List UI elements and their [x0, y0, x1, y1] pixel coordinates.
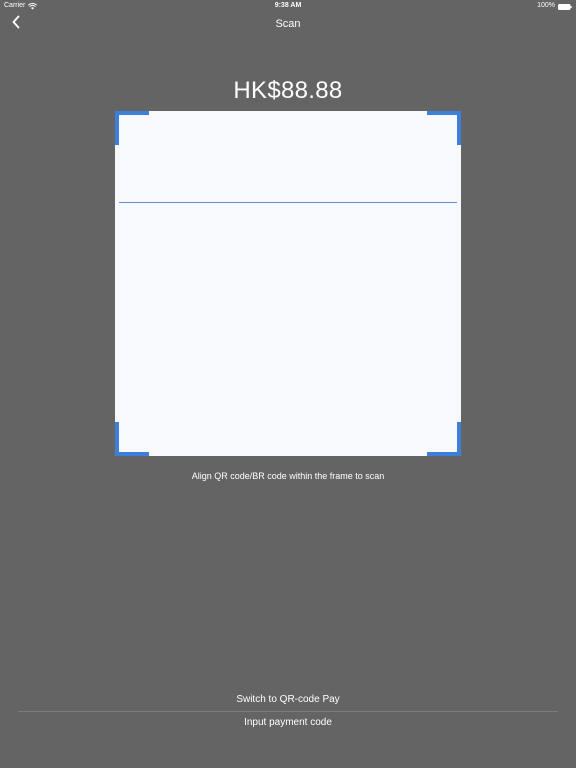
status-time: 9:38 AM [274, 2, 302, 9]
nav-bar: Scan [0, 12, 576, 36]
payment-amount: HK$88.88 [233, 77, 343, 104]
scan-corner-bottom-right [427, 422, 461, 456]
battery-percent: 100% [537, 2, 555, 9]
scan-frame [115, 111, 461, 456]
scan-corner-bottom-left [115, 422, 149, 456]
status-right: 100% [537, 0, 572, 12]
scan-corner-top-right [427, 111, 461, 145]
scan-hint: Align QR code/BR code within the frame t… [191, 471, 385, 481]
battery-icon [558, 3, 572, 10]
status-bar: Carrier 9:38 AM 100% [0, 0, 576, 12]
scan-line [119, 202, 457, 203]
scan-corner-top-left [115, 111, 149, 145]
divider [18, 711, 558, 712]
input-payment-code-button[interactable]: Input payment code [0, 716, 576, 730]
page-title: Scan [275, 18, 301, 30]
switch-to-qr-pay-button[interactable]: Switch to QR-code Pay [0, 693, 576, 707]
